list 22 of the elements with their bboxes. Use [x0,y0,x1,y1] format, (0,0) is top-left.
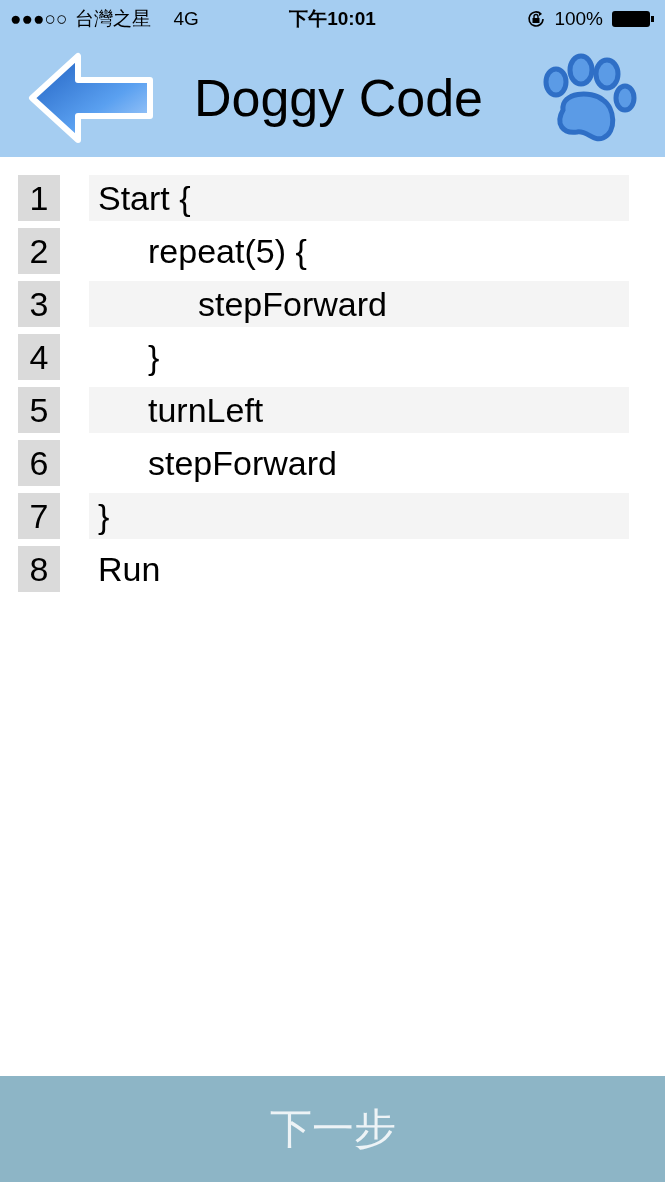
code-line[interactable]: Run [89,546,629,592]
code-line[interactable]: stepForward [89,440,629,486]
carrier-name: 台灣之星 [75,7,152,31]
code-line[interactable]: repeat(5) { [89,228,629,274]
signal-strength: ●●●○○ [10,8,68,30]
rotation-lock-icon [526,9,547,29]
back-button[interactable] [28,51,156,144]
paw-icon [541,51,637,144]
app-title: Doggy Code [192,67,485,128]
clock: 下午10:01 [289,8,376,29]
network-type: 4G [173,8,199,30]
code-line[interactable]: } [89,334,629,380]
line-number: 2 [18,228,60,274]
line-number: 5 [18,387,60,433]
line-number: 1 [18,175,60,221]
line-number: 8 [18,546,60,592]
line-number: 6 [18,440,60,486]
line-number: 3 [18,281,60,327]
battery-icon [611,9,655,29]
line-number: 4 [18,334,60,380]
battery-percentage: 100% [554,8,603,30]
line-number: 7 [18,493,60,539]
